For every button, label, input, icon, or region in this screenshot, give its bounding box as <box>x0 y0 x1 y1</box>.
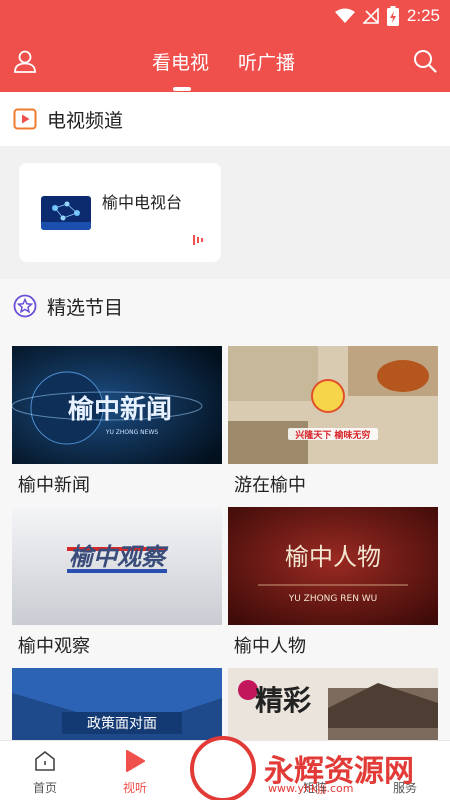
channel-thumbnail <box>41 196 91 230</box>
thumb-text: 榆中新闻 <box>68 394 172 425</box>
tab-watch-tv[interactable]: 看电视 <box>152 48 209 75</box>
tv-channels-header: 电视频道 <box>0 92 450 146</box>
thumb-text: 榆中观察 <box>69 542 169 571</box>
channel-card[interactable]: 榆中电视台 <box>19 163 221 262</box>
program-grid: 榆中新闻 YU ZHONG NEWS 榆中新闻 兴隆天下 榆味无穷 游在榆中 榆… <box>0 333 450 740</box>
status-time: 2:25 <box>406 6 440 25</box>
thumb-text: 榆中人物 <box>285 543 381 571</box>
wifi-icon <box>334 8 355 23</box>
program-card[interactable]: 榆中人物 YU ZHONG REN WU 榆中人物 <box>228 494 438 657</box>
search-icon[interactable] <box>412 48 438 74</box>
battery-charging-icon <box>386 6 399 26</box>
no-signal-icon <box>362 8 379 24</box>
play-icon <box>126 750 145 772</box>
section-title: 电视频道 <box>47 110 124 132</box>
program-card[interactable]: 榆中观察 榆中观察 <box>12 494 222 657</box>
thumb-text: 兴隆天下 榆味无穷 <box>295 429 370 441</box>
app-header: 2:25 看电视 听广播 <box>0 0 450 92</box>
program-thumbnail: 榆中观察 <box>12 507 222 625</box>
section-title: 精选节目 <box>47 297 124 319</box>
program-card[interactable]: 政策面对面 <box>12 655 222 740</box>
thumb-subtext: YU ZHONG NEWS <box>105 429 159 436</box>
nav-label: 视听 <box>122 781 147 795</box>
status-icons: 2:25 <box>334 5 440 27</box>
status-bar: 2:25 <box>0 0 450 32</box>
program-card[interactable]: 兴隆天下 榆味无穷 游在榆中 <box>228 333 438 496</box>
watermark-url: www.yhkjjj.com <box>268 782 354 795</box>
nav-home[interactable]: 首页 <box>10 741 80 800</box>
home-icon <box>35 750 55 771</box>
program-card[interactable]: 精彩 <box>228 655 438 740</box>
top-nav: 看电视 听广播 <box>0 32 450 92</box>
channel-name: 榆中电视台 <box>102 193 183 212</box>
tab-listen-radio[interactable]: 听广播 <box>238 48 295 75</box>
playing-indicator-icon <box>193 235 203 245</box>
thumb-text: 政策面对面 <box>87 715 157 732</box>
star-badge-icon <box>13 294 37 318</box>
thumb-text: 精彩 <box>255 684 311 717</box>
tv-play-icon <box>13 108 37 130</box>
channel-list: 榆中电视台 <box>0 146 450 279</box>
active-tab-indicator <box>173 87 191 91</box>
program-thumbnail: 榆中新闻 YU ZHONG NEWS <box>12 346 222 464</box>
featured-programs-header: 精选节目 <box>0 279 450 333</box>
nav-label: 首页 <box>32 781 57 795</box>
watermark-logo <box>190 736 256 800</box>
nav-media[interactable]: 视听 <box>100 741 170 800</box>
thumb-subtext: YU ZHONG REN WU <box>288 594 378 604</box>
user-icon[interactable] <box>12 48 38 74</box>
program-thumbnail: 兴隆天下 榆味无穷 <box>228 346 438 464</box>
program-card[interactable]: 榆中新闻 YU ZHONG NEWS 榆中新闻 <box>12 333 222 496</box>
program-thumbnail: 榆中人物 YU ZHONG REN WU <box>228 507 438 625</box>
watermark: 永辉资源网 www.yhkjjj.com <box>190 730 450 800</box>
